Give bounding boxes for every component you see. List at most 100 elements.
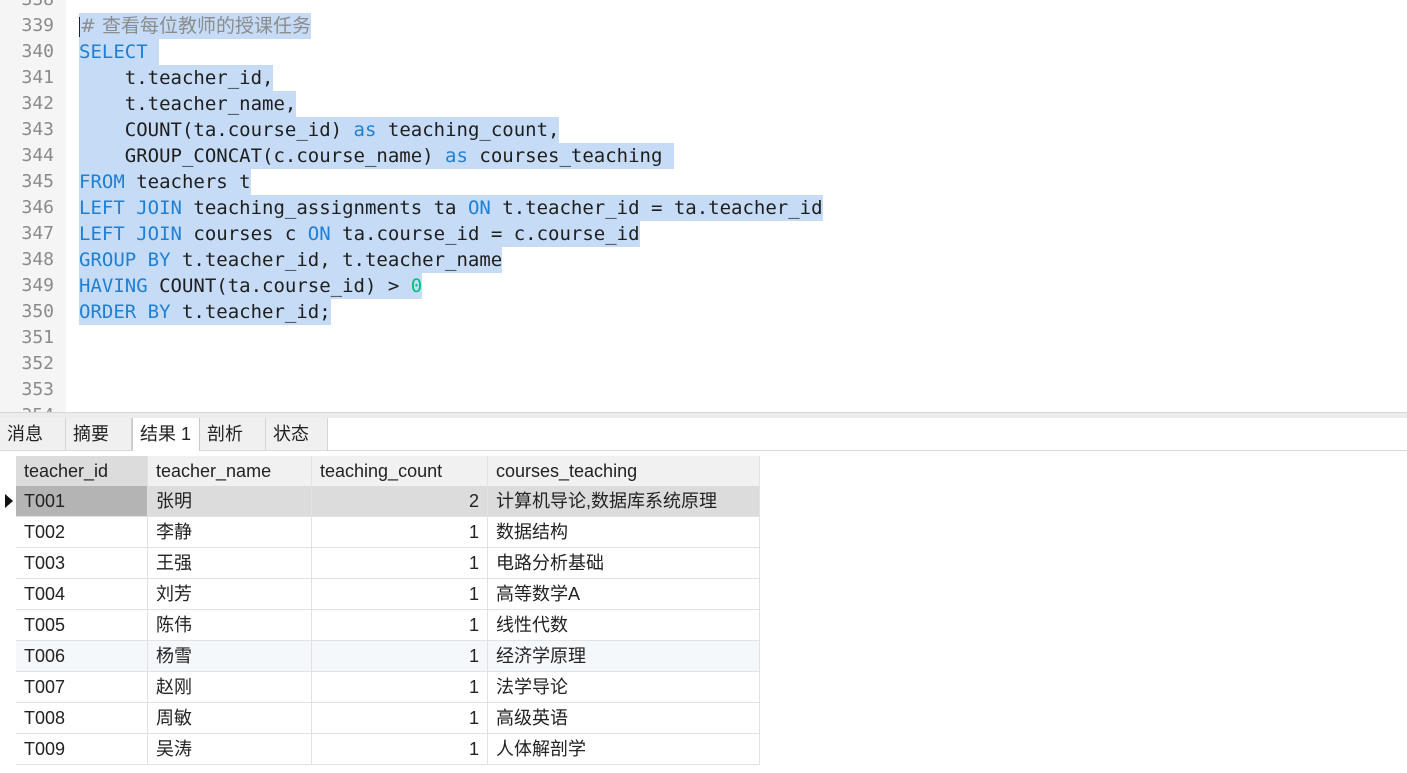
- row-indicator[interactable]: [0, 579, 16, 610]
- cell-teacher-id[interactable]: T006: [16, 641, 148, 672]
- code-line: COUNT(ta.course_id) as teaching_count,: [79, 117, 560, 143]
- sql-text: GROUP_CONCAT(c.course_name): [79, 145, 446, 167]
- column-header-courses-teaching[interactable]: courses_teaching: [488, 456, 760, 487]
- code-line: t.teacher_name,: [79, 91, 297, 117]
- cell-teacher-name[interactable]: 王强: [148, 548, 312, 579]
- table-row[interactable]: T008 周敏 1 高级英语: [0, 703, 760, 734]
- table-row[interactable]: T002 李静 1 数据结构: [0, 517, 760, 548]
- cell-teacher-name[interactable]: 赵刚: [148, 672, 312, 703]
- table-row[interactable]: T001 张明 2 计算机导论,数据库系统原理: [0, 486, 760, 517]
- cell-teacher-id[interactable]: T007: [16, 672, 148, 703]
- cell-courses-teaching[interactable]: 经济学原理: [488, 641, 760, 672]
- cell-teaching-count[interactable]: 1: [312, 579, 488, 610]
- cell-teacher-name[interactable]: 陈伟: [148, 610, 312, 641]
- cell-courses-teaching[interactable]: 法学导论: [488, 672, 760, 703]
- line-number: 342: [21, 93, 54, 114]
- cell-teacher-name[interactable]: 杨雪: [148, 641, 312, 672]
- cell-teaching-count[interactable]: 1: [312, 641, 488, 672]
- cell-teacher-name[interactable]: 李静: [148, 517, 312, 548]
- table-row[interactable]: T006 杨雪 1 经济学原理: [0, 641, 760, 672]
- result-tabs: 消息 摘要 结果 1 剖析 状态: [0, 418, 1407, 451]
- sql-text: t.teacher_id, t.teacher_name: [170, 249, 503, 271]
- line-number: 340: [21, 41, 54, 62]
- cell-teaching-count[interactable]: 2: [312, 486, 488, 517]
- line-number: 346: [21, 197, 54, 218]
- sql-keyword: ON: [307, 223, 331, 245]
- cell-teaching-count[interactable]: 1: [312, 517, 488, 548]
- sql-keyword: LEFT JOIN: [79, 197, 182, 219]
- line-number: 347: [21, 223, 54, 244]
- column-header-teaching-count[interactable]: teaching_count: [312, 456, 488, 487]
- cell-courses-teaching[interactable]: 计算机导论,数据库系统原理: [488, 486, 760, 517]
- cell-teaching-count[interactable]: 1: [312, 703, 488, 734]
- row-indicator[interactable]: [0, 517, 16, 548]
- column-header-teacher-id[interactable]: teacher_id: [16, 456, 148, 487]
- line-number: 341: [21, 67, 54, 88]
- tab-status[interactable]: 状态: [266, 418, 328, 450]
- tab-messages[interactable]: 消息: [0, 418, 66, 450]
- code-line: LEFT JOIN courses c ON ta.course_id = c.…: [79, 221, 640, 247]
- line-number: 350: [21, 301, 54, 322]
- cell-teacher-name[interactable]: 张明: [148, 486, 312, 517]
- line-number: 339: [21, 15, 54, 36]
- table-row[interactable]: T007 赵刚 1 法学导论: [0, 672, 760, 703]
- cell-teacher-id[interactable]: T001: [16, 486, 148, 517]
- table-row[interactable]: T004 刘芳 1 高等数学A: [0, 579, 760, 610]
- cell-teaching-count[interactable]: 1: [312, 548, 488, 579]
- table-row[interactable]: T005 陈伟 1 线性代数: [0, 610, 760, 641]
- cell-teacher-id[interactable]: T008: [16, 703, 148, 734]
- column-header-teacher-name[interactable]: teacher_name: [148, 456, 312, 487]
- sql-text: t.teacher_name,: [79, 93, 297, 115]
- row-indicator[interactable]: [0, 734, 16, 765]
- cell-teaching-count[interactable]: 1: [312, 672, 488, 703]
- line-number: 354: [0, 403, 54, 412]
- row-indicator[interactable]: [0, 672, 16, 703]
- code-line: GROUP BY t.teacher_id, t.teacher_name: [79, 247, 503, 273]
- line-number: 351: [21, 327, 54, 348]
- code-line: GROUP_CONCAT(c.course_name) as courses_t…: [79, 143, 674, 169]
- cell-courses-teaching[interactable]: 电路分析基础: [488, 548, 760, 579]
- sql-text: courses c: [181, 223, 308, 245]
- sql-editor[interactable]: 338 339 340 341 342 343 344 345 346 347 348 349 350 3…: [0, 0, 1407, 412]
- code-line: HAVING COUNT(ta.course_id) > 0: [79, 273, 423, 299]
- line-number: 352: [21, 353, 54, 374]
- current-row-indicator-icon[interactable]: [0, 486, 16, 517]
- cell-teacher-name[interactable]: 周敏: [148, 703, 312, 734]
- row-indicator[interactable]: [0, 610, 16, 641]
- sql-text: teaching_count,: [376, 119, 560, 141]
- row-indicator[interactable]: [0, 641, 16, 672]
- cell-teacher-name[interactable]: 刘芳: [148, 579, 312, 610]
- line-number: 348: [21, 249, 54, 270]
- code-line: FROM teachers t: [79, 169, 251, 195]
- row-indicator[interactable]: [0, 548, 16, 579]
- cell-courses-teaching[interactable]: 高级英语: [488, 703, 760, 734]
- sql-keyword: FROM: [79, 171, 125, 193]
- line-number-gutter: 338 339 340 341 342 343 344 345 346 347 348 349 350 3…: [0, 0, 66, 412]
- table-row[interactable]: T009 吴涛 1 人体解剖学: [0, 734, 760, 765]
- cell-courses-teaching[interactable]: 数据结构: [488, 517, 760, 548]
- cell-courses-teaching[interactable]: 线性代数: [488, 610, 760, 641]
- row-indicator-header: [0, 456, 16, 487]
- cell-teacher-id[interactable]: T009: [16, 734, 148, 765]
- sql-keyword: ORDER BY: [79, 301, 171, 323]
- cell-teacher-name[interactable]: 吴涛: [148, 734, 312, 765]
- cell-teacher-id[interactable]: T005: [16, 610, 148, 641]
- sql-text: t.teacher_id,: [79, 67, 274, 89]
- tab-result-1[interactable]: 结果 1: [132, 418, 200, 451]
- line-number: 344: [21, 145, 54, 166]
- tab-profile[interactable]: 剖析: [200, 418, 266, 450]
- cell-teacher-id[interactable]: T003: [16, 548, 148, 579]
- cell-teaching-count[interactable]: 1: [312, 610, 488, 641]
- tab-summary[interactable]: 摘要: [66, 418, 132, 450]
- cell-teaching-count[interactable]: 1: [312, 734, 488, 765]
- sql-keyword: as: [445, 145, 468, 167]
- cell-teacher-id[interactable]: T002: [16, 517, 148, 548]
- row-indicator[interactable]: [0, 703, 16, 734]
- cell-courses-teaching[interactable]: 高等数学A: [488, 579, 760, 610]
- cell-courses-teaching[interactable]: 人体解剖学: [488, 734, 760, 765]
- table-row[interactable]: T003 王强 1 电路分析基础: [0, 548, 760, 579]
- cell-teacher-id[interactable]: T004: [16, 579, 148, 610]
- code-line: t.teacher_id,: [79, 65, 274, 91]
- sql-keyword: SELECT: [79, 41, 148, 63]
